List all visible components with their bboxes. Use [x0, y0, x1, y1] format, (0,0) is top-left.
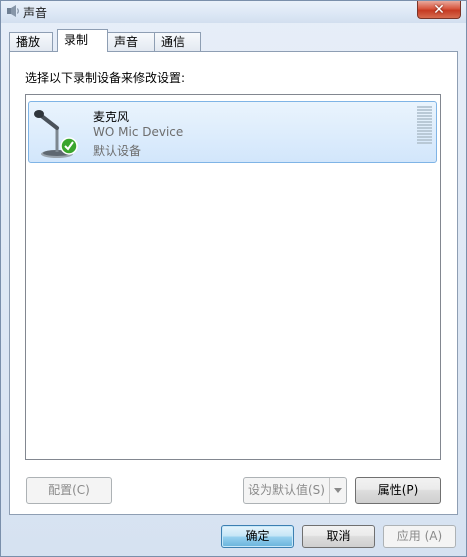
- tab-playback[interactable]: 播放: [9, 32, 53, 51]
- properties-button[interactable]: 属性(P): [355, 477, 441, 504]
- device-list[interactable]: 麦克风 WO Mic Device 默认设备: [25, 94, 441, 460]
- apply-button[interactable]: 应用 (A): [383, 525, 456, 548]
- microphone-icon: [34, 110, 78, 158]
- speaker-icon: [7, 5, 19, 17]
- sound-dialog: 声音 ✕ 播放 录制 声音 通信 选择以下录制设备来修改设置: 麦克风 WO M…: [0, 0, 467, 557]
- cancel-button[interactable]: 取消: [302, 525, 375, 548]
- title-bar[interactable]: 声音 ✕: [1, 1, 466, 23]
- input-level-meter: [417, 106, 432, 146]
- device-name: 麦克风: [93, 110, 130, 124]
- dropdown-arrow-icon[interactable]: [329, 478, 346, 503]
- window-title: 声音: [23, 6, 48, 20]
- close-icon: ✕: [433, 1, 445, 18]
- close-button[interactable]: ✕: [417, 1, 461, 19]
- set-default-button[interactable]: 设为默认值(S): [243, 477, 347, 504]
- tab-recording[interactable]: 录制: [57, 29, 108, 52]
- set-default-label: 设为默认值(S): [248, 483, 325, 497]
- device-description: WO Mic Device: [93, 125, 184, 139]
- configure-button[interactable]: 配置(C): [26, 477, 112, 504]
- recording-panel: 选择以下录制设备来修改设置: 麦克风 WO Mic Device 默认设备 配置…: [9, 51, 458, 515]
- ok-button[interactable]: 确定: [221, 525, 294, 548]
- instruction-text: 选择以下录制设备来修改设置:: [25, 71, 186, 85]
- list-item-device[interactable]: 麦克风 WO Mic Device 默认设备: [28, 101, 437, 163]
- tab-sounds[interactable]: 声音: [107, 32, 155, 51]
- device-status: 默认设备: [93, 144, 142, 158]
- tab-communications[interactable]: 通信: [154, 32, 201, 51]
